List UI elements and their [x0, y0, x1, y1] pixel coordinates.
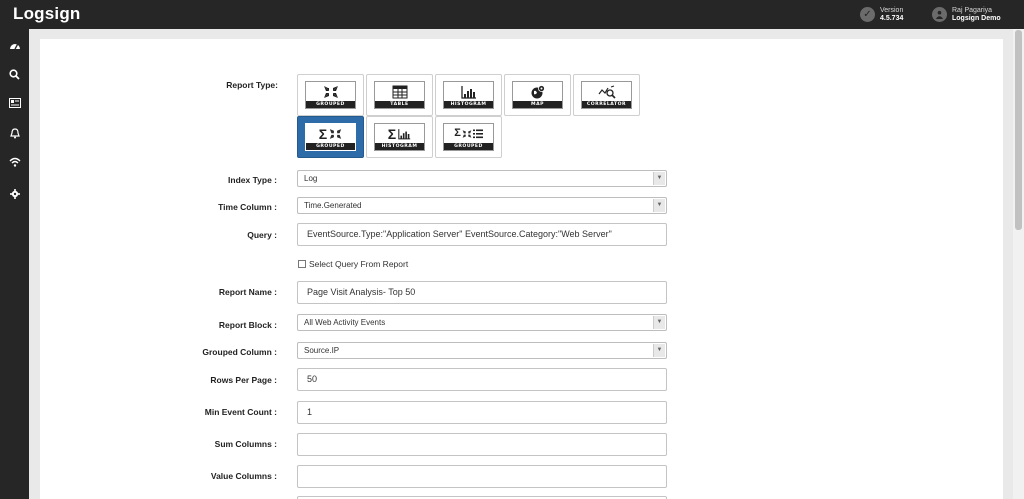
rows-per-page-input[interactable]: 50 [297, 368, 667, 391]
value-columns-input[interactable] [297, 465, 667, 488]
report-block-select[interactable]: All Web Activity Events ▼ [297, 314, 667, 331]
chevron-down-icon: ▼ [653, 316, 665, 329]
select-query-from-report[interactable]: Select Query From Report [298, 259, 408, 269]
report-type-sum-grouped[interactable]: Σ GROUPED [297, 116, 364, 158]
map-icon [530, 82, 546, 101]
sum-columns-label: Sum Columns : [214, 439, 277, 449]
report-type-sum-grouped-list[interactable]: Σ GROUPED [435, 116, 502, 158]
table-icon [392, 82, 408, 101]
scrollbar-thumb[interactable] [1015, 30, 1022, 230]
min-event-count-input[interactable]: 1 [297, 401, 667, 424]
time-column-label: Time Column : [218, 202, 277, 212]
grouped-column-select[interactable]: Source.IP ▼ [297, 342, 667, 359]
time-column-value: Time.Generated [304, 201, 362, 210]
chevron-down-icon: ▼ [653, 199, 665, 212]
report-name-input[interactable]: Page Visit Analysis- Top 50 [297, 281, 667, 304]
sum-grouped-list-icon: Σ [454, 124, 483, 143]
sidebar-item-reports[interactable] [0, 93, 29, 113]
rows-per-page-label: Rows Per Page : [210, 375, 277, 385]
report-type-sum-histogram[interactable]: Σ HISTOGRAM [366, 116, 433, 158]
sidebar [0, 29, 29, 499]
search-icon [9, 68, 20, 80]
min-event-count-label: Min Event Count : [204, 407, 277, 417]
version-info: ✓ Version 4.5.734 [860, 5, 903, 24]
correlator-icon [598, 82, 616, 101]
report-type-map[interactable]: MAP [504, 74, 571, 116]
tile-caption: TABLE [375, 101, 424, 108]
bell-icon [9, 127, 20, 138]
report-icon [8, 98, 21, 108]
tile-caption: HISTOGRAM [444, 101, 493, 108]
sum-histogram-icon: Σ [388, 124, 411, 143]
report-name-label: Report Name : [218, 287, 277, 297]
report-type-table[interactable]: TABLE [366, 74, 433, 116]
report-type-grouped[interactable]: GROUPED [297, 74, 364, 116]
tile-caption: GROUPED [306, 101, 355, 108]
histogram-icon [460, 82, 477, 101]
report-type-label: Report Type: [226, 80, 278, 90]
sum-columns-input[interactable] [297, 433, 667, 456]
gear-icon [9, 189, 20, 199]
logo[interactable]: Logsign [13, 4, 81, 24]
sidebar-item-search[interactable] [0, 64, 29, 84]
top-bar: Logsign ✓ Version 4.5.734 Raj Pagariya L… [0, 0, 1024, 29]
sum-grouped-icon: Σ [319, 124, 342, 143]
report-block-label: Report Block : [218, 320, 277, 330]
user-name: Raj Pagariya [952, 6, 993, 14]
sidebar-item-settings[interactable] [0, 184, 29, 204]
user-icon [932, 7, 947, 22]
value-columns-label: Value Columns : [210, 471, 277, 481]
grouped-column-value: Source.IP [304, 346, 340, 355]
query-label: Query : [247, 230, 277, 240]
index-type-select[interactable]: Log ▼ [297, 170, 667, 187]
tile-caption: CORRELATOR [582, 101, 631, 108]
grouped-column-label: Grouped Column : [202, 347, 277, 357]
sidebar-item-network[interactable] [0, 152, 29, 172]
query-input[interactable]: EventSource.Type:"Application Server" Ev… [297, 223, 667, 246]
select-query-label: Select Query From Report [309, 259, 409, 269]
tile-caption: GROUPED [306, 143, 355, 150]
check-icon: ✓ [860, 7, 875, 22]
select-query-checkbox[interactable] [298, 260, 306, 268]
tile-caption: GROUPED [444, 143, 493, 150]
user-org: Logsign Demo [952, 14, 1001, 22]
wifi-icon [9, 157, 20, 167]
report-type-histogram[interactable]: HISTOGRAM [435, 74, 502, 116]
chevron-down-icon: ▼ [653, 172, 665, 185]
sidebar-item-alerts[interactable] [0, 123, 29, 143]
time-column-select[interactable]: Time.Generated ▼ [297, 197, 667, 214]
version-label: Version [880, 6, 904, 14]
index-type-value: Log [304, 174, 318, 183]
chevron-down-icon: ▼ [653, 344, 665, 357]
report-block-value: All Web Activity Events [304, 318, 386, 327]
report-type-correlator[interactable]: CORRELATOR [573, 74, 640, 116]
index-type-label: Index Type : [228, 175, 277, 185]
version-value: 4.5.734 [880, 14, 904, 22]
tile-caption: MAP [513, 101, 562, 108]
tile-caption: HISTOGRAM [375, 143, 424, 150]
user-menu[interactable]: Raj Pagariya Logsign Demo [932, 5, 1001, 24]
sidebar-item-dashboard[interactable] [0, 35, 29, 55]
grouped-icon [323, 82, 339, 101]
dashboard-icon [9, 44, 20, 50]
